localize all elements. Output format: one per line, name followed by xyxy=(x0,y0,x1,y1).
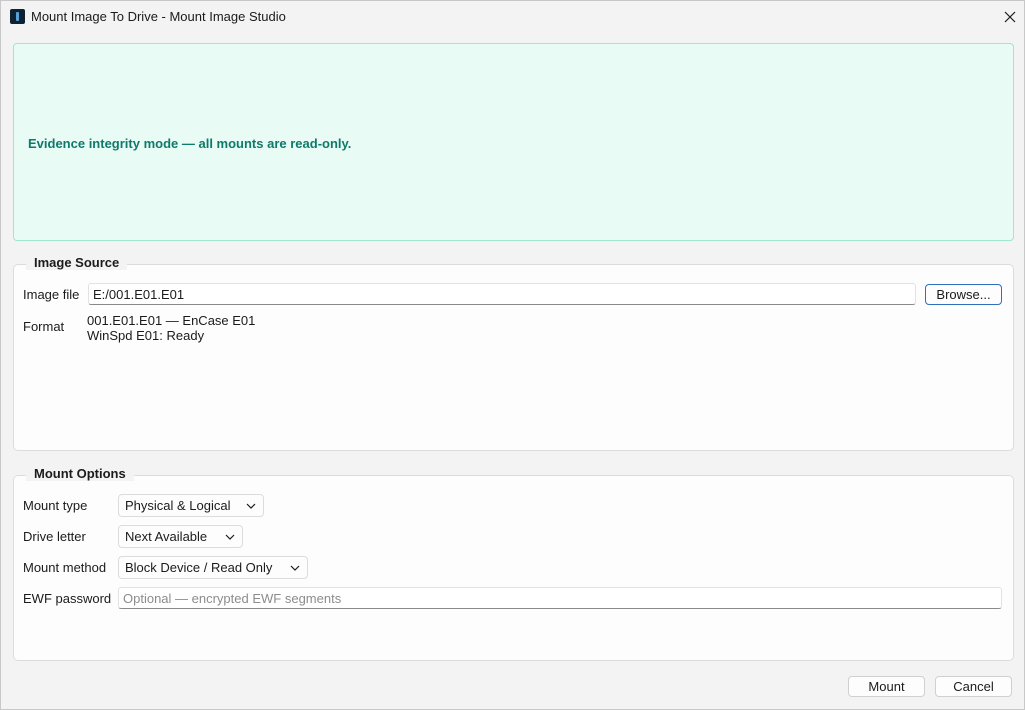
title-bar[interactable]: Mount Image To Drive - Mount Image Studi… xyxy=(1,1,1024,33)
image-source-group: Image Source Image file Browse... Format… xyxy=(13,255,1014,451)
format-label: Format xyxy=(23,319,65,334)
mount-method-value: Block Device / Read Only xyxy=(125,560,273,575)
ewf-password-input[interactable] xyxy=(118,587,1002,609)
mount-method-select[interactable]: Block Device / Read Only xyxy=(118,556,308,579)
evidence-integrity-banner: Evidence integrity mode — all mounts are… xyxy=(13,43,1014,241)
browse-button[interactable]: Browse... xyxy=(925,284,1002,305)
image-file-label: Image file xyxy=(23,287,80,302)
chevron-down-icon xyxy=(290,565,300,571)
format-description: 001.E01.E01 — EnCase E01 xyxy=(87,313,256,328)
cancel-button[interactable]: Cancel xyxy=(935,676,1012,697)
mount-options-group: Mount Options Mount type Physical & Logi… xyxy=(13,466,1014,661)
format-status: WinSpd E01: Ready xyxy=(87,328,205,343)
mount-dialog-window: Mount Image To Drive - Mount Image Studi… xyxy=(0,0,1025,710)
chevron-down-icon xyxy=(225,534,235,540)
window-title: Mount Image To Drive - Mount Image Studi… xyxy=(31,9,286,24)
close-icon xyxy=(1004,11,1016,23)
mount-type-value: Physical & Logical xyxy=(125,498,231,513)
chevron-down-icon xyxy=(246,503,256,509)
mount-button-label: Mount xyxy=(868,679,905,694)
browse-button-label: Browse... xyxy=(936,287,991,302)
drive-letter-value: Next Available xyxy=(125,529,208,544)
cancel-button-label: Cancel xyxy=(953,679,994,694)
ewf-password-label: EWF password xyxy=(23,591,112,606)
image-file-input[interactable] xyxy=(88,283,916,305)
banner-text: Evidence integrity mode — all mounts are… xyxy=(28,136,352,151)
mount-options-title: Mount Options xyxy=(26,466,134,481)
image-source-title: Image Source xyxy=(26,255,128,270)
drive-letter-label: Drive letter xyxy=(23,529,86,544)
mount-button[interactable]: Mount xyxy=(848,676,925,697)
app-icon xyxy=(10,9,25,24)
mount-method-label: Mount method xyxy=(23,560,107,575)
mount-type-select[interactable]: Physical & Logical xyxy=(118,494,264,517)
drive-letter-select[interactable]: Next Available xyxy=(118,525,243,548)
close-button[interactable] xyxy=(996,5,1024,29)
mount-type-label: Mount type xyxy=(23,498,88,513)
